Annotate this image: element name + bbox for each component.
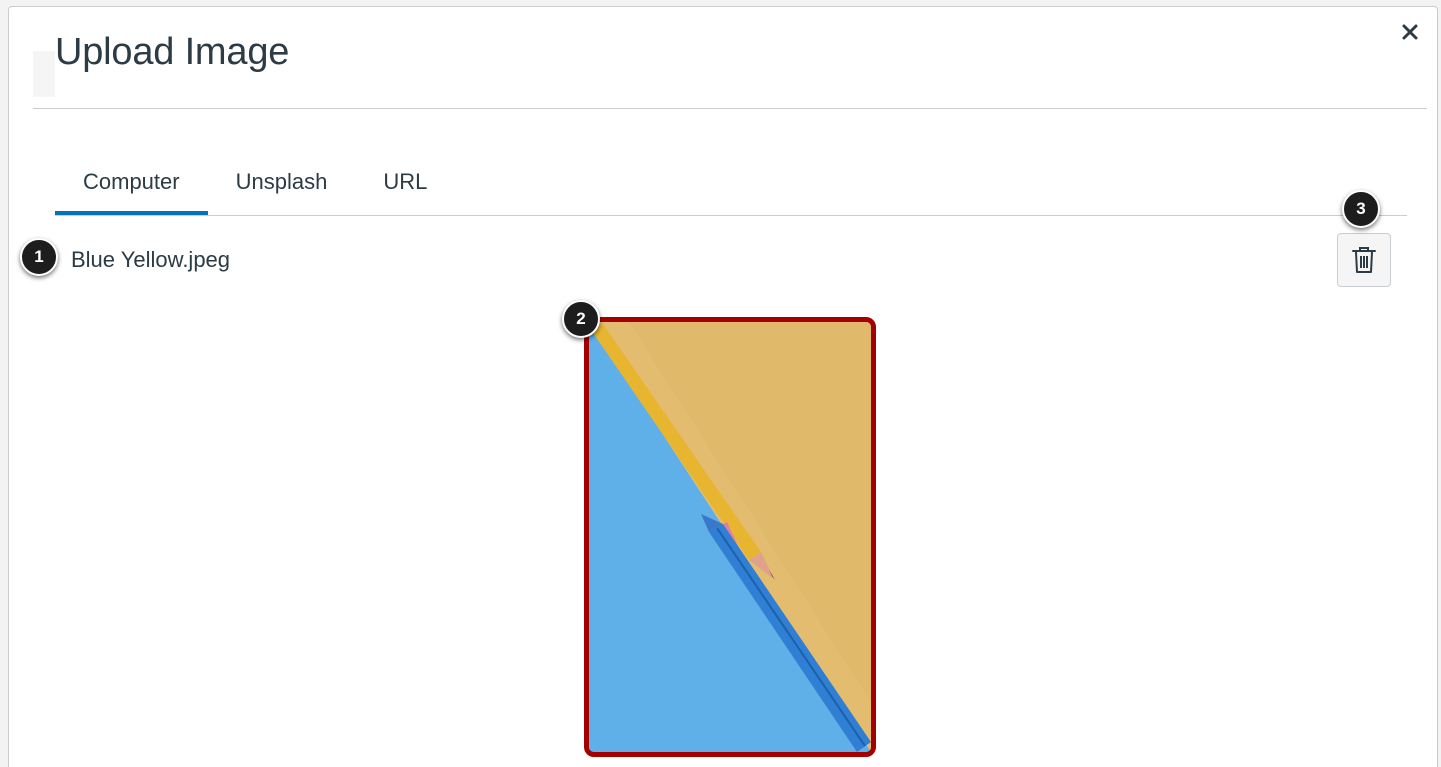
dialog-title: Upload Image xyxy=(55,31,290,73)
tab-unsplash[interactable]: Unsplash xyxy=(208,157,356,203)
pencils-image xyxy=(589,322,871,752)
screen: Upload Image Computer Unsplash URL Blue … xyxy=(0,0,1441,767)
callout-2: 2 xyxy=(562,300,600,338)
header-decoration xyxy=(33,51,55,97)
trash-icon xyxy=(1352,247,1376,273)
tab-computer[interactable]: Computer xyxy=(55,157,208,215)
close-button[interactable] xyxy=(1397,19,1423,45)
delete-image-button[interactable] xyxy=(1337,233,1391,287)
image-preview xyxy=(584,317,876,757)
header-divider xyxy=(33,108,1427,109)
upload-image-dialog: Upload Image Computer Unsplash URL Blue … xyxy=(8,6,1438,767)
callout-3: 3 xyxy=(1342,190,1380,228)
file-name: Blue Yellow.jpeg xyxy=(71,247,231,272)
callout-1: 1 xyxy=(20,238,58,276)
close-icon xyxy=(1402,24,1418,40)
source-tabs: Computer Unsplash URL xyxy=(55,157,1407,216)
tab-url[interactable]: URL xyxy=(355,157,455,203)
